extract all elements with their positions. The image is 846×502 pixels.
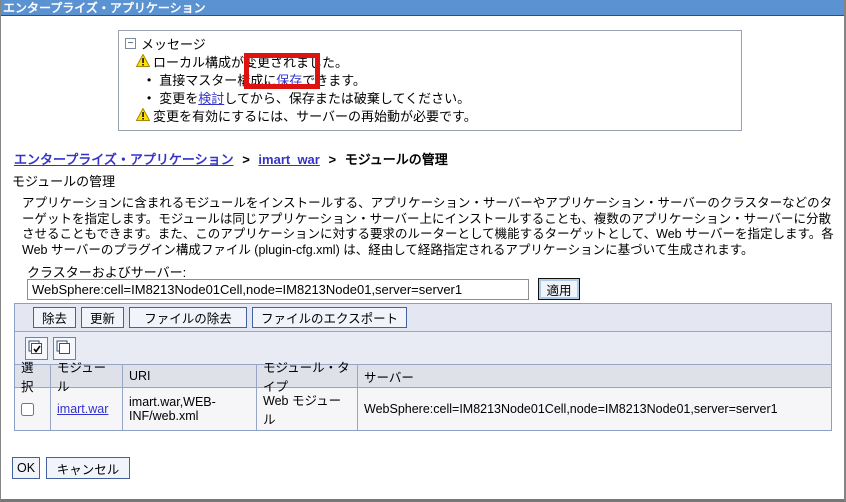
page-title: モジュールの管理 [12, 174, 116, 189]
row-checkbox[interactable] [21, 402, 34, 416]
warning-icon [135, 106, 151, 124]
table-header-row: 選択 モジュール URI モジュール・タイプ サーバー [15, 361, 831, 394]
window-title: エンタープライズ・アプリケーション [3, 1, 206, 15]
bullet-icon: • [147, 90, 152, 105]
warning-icon [135, 52, 151, 70]
column-header-module-type: モジュール・タイプ [257, 361, 358, 394]
message-review-option: • 変更を検討してから、保存または破棄してください。 [147, 88, 470, 107]
row-uri-cell: imart.war,WEB-INF/web.xml [123, 388, 257, 430]
footer-actions: OK キャンセル [12, 457, 131, 479]
column-header-server: サーバー [364, 370, 414, 385]
breadcrumb-separator: > [328, 152, 337, 167]
page-description: アプリケーションに含まれるモジュールをインストールする、アプリケーション・サーバ… [22, 196, 834, 257]
table-toolbar: 除去 更新 ファイルの除去 ファイルのエクスポート [15, 304, 831, 332]
breadcrumb-link-enterprise-applications[interactable]: エンタープライズ・アプリケーション [14, 152, 234, 167]
table-row: imart.war imart.war,WEB-INF/web.xml Web … [15, 388, 831, 430]
modules-table: 除去 更新 ファイルの除去 ファイルのエクスポート 選択 モジュール URI モ… [14, 303, 832, 431]
row-server-cell: WebSphere:cell=IM8213Node01Cell,node=IM8… [364, 402, 778, 416]
messages-header: − メッセージ [125, 34, 206, 53]
breadcrumb-current: モジュールの管理 [344, 152, 448, 167]
messages-header-label: メッセージ [141, 37, 206, 52]
uri-value: imart.war,WEB-INF/web.xml [129, 395, 216, 423]
review-link[interactable]: 検討 [198, 91, 224, 106]
export-file-button[interactable]: ファイルのエクスポート [252, 307, 408, 328]
messages-panel: − メッセージ ローカル構成が変更されました。 • 直接マスター構成に保存できま… [118, 30, 742, 131]
message-text: 変更を検討してから、保存または破棄してください。 [159, 91, 471, 106]
row-module-type-cell: Web モジュール [257, 388, 358, 430]
module-link[interactable]: imart.war [57, 402, 108, 416]
cluster-server-row: 適用 [27, 278, 580, 300]
update-button[interactable]: 更新 [81, 307, 125, 328]
red-highlight-annotation [244, 53, 320, 89]
cancel-button[interactable]: キャンセル [46, 457, 131, 479]
row-module-cell: imart.war [51, 388, 123, 430]
breadcrumb-separator: > [242, 152, 250, 167]
bullet-icon: • [147, 72, 152, 87]
remove-button[interactable]: 除去 [33, 307, 77, 328]
table-selection-bar [15, 332, 831, 365]
window-title-bar: エンタープライズ・アプリケーション [0, 0, 846, 16]
breadcrumb: エンタープライズ・アプリケーション > imart_war > モジュールの管理 [14, 149, 448, 168]
message-restart-required: 変更を有効にするには、サーバーの再始動が必要です。 [135, 106, 477, 125]
cluster-server-input[interactable] [27, 278, 529, 300]
row-select-cell [15, 388, 51, 430]
remove-file-button[interactable]: ファイルの除去 [129, 307, 248, 328]
ok-button[interactable]: OK [12, 457, 41, 479]
column-header-uri: URI [123, 365, 257, 387]
apply-button[interactable]: 適用 [538, 278, 580, 300]
column-header-select: 選択 [15, 361, 51, 394]
breadcrumb-link-imart-war[interactable]: imart_war [258, 152, 319, 167]
column-header-module: モジュール [51, 361, 123, 394]
message-text: 変更を有効にするには、サーバーの再始動が必要です。 [153, 109, 477, 124]
collapse-icon[interactable]: − [125, 38, 136, 49]
